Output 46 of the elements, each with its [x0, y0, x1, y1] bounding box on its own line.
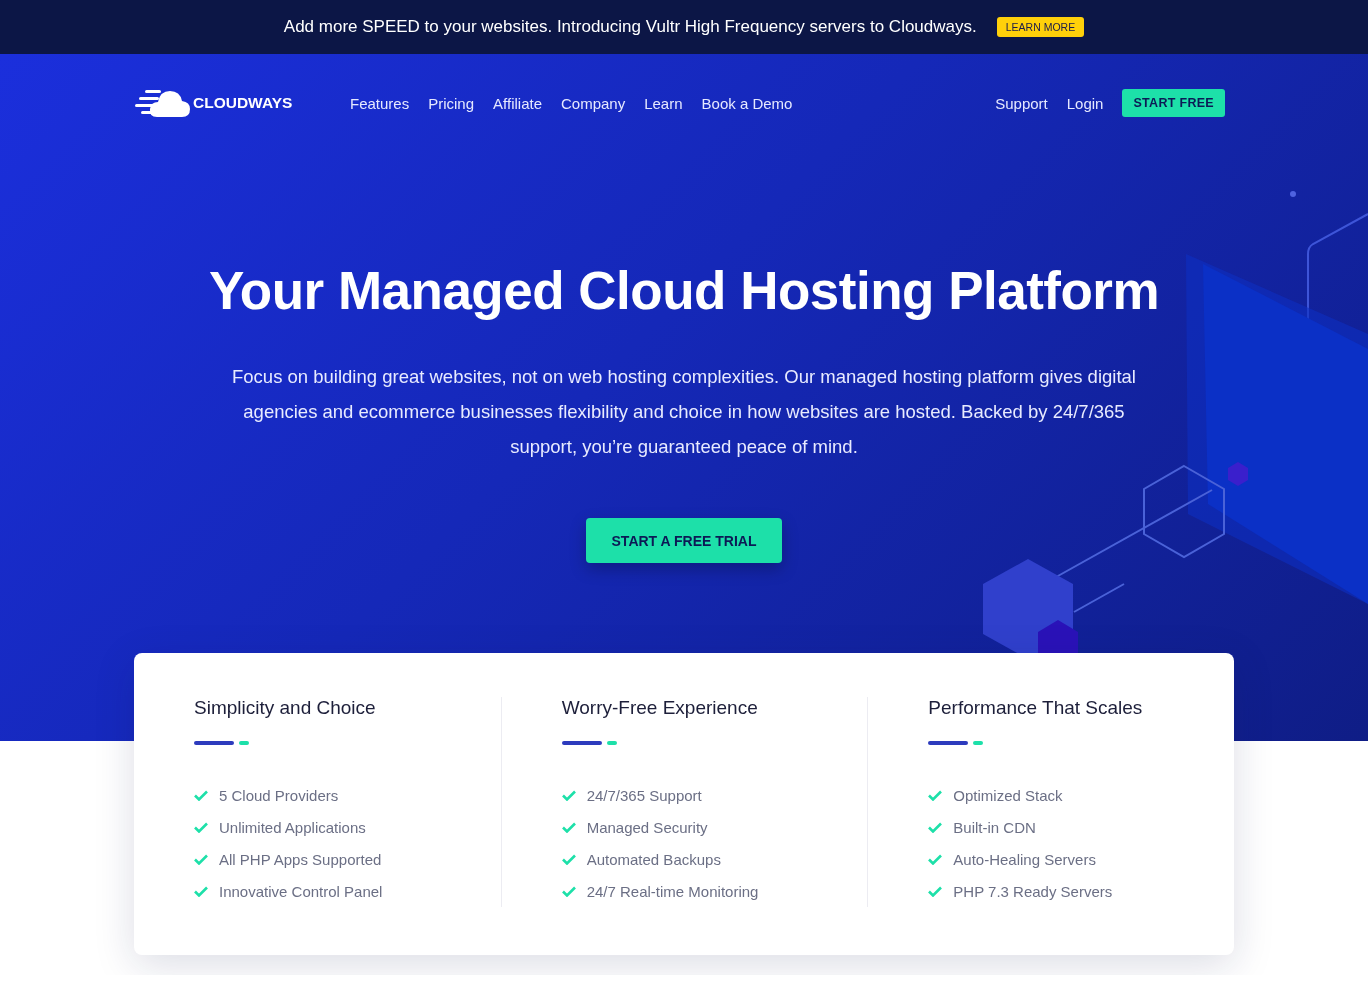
check-icon — [561, 821, 576, 833]
nav-link[interactable]: Pricing — [428, 94, 475, 112]
nav-link[interactable]: Company — [561, 94, 626, 112]
check-icon — [928, 853, 943, 865]
nav-link[interactable]: Affiliate — [493, 94, 542, 112]
feature-item: Managed Security — [586, 818, 708, 836]
feature-item: 5 Cloud Providers — [219, 786, 339, 804]
nav-link[interactable]: Book a Demo — [701, 94, 793, 112]
accent-bar — [928, 741, 969, 745]
feature-item: Automated Backups — [586, 850, 721, 868]
check-icon — [928, 789, 943, 801]
check-icon — [561, 789, 576, 801]
feature-item: PHP 7.3 Ready Servers — [953, 882, 1113, 900]
feature-item: Innovative Control Panel — [219, 882, 383, 900]
feature-item: Built-in CDN — [953, 818, 1036, 836]
nav-link[interactable]: Login — [1066, 94, 1104, 112]
feature-item: Unlimited Applications — [219, 818, 366, 836]
feature-item: 24/7 Real-time Monitoring — [586, 882, 759, 900]
feature-item: Optimized Stack — [953, 786, 1063, 804]
nav-link[interactable]: Features — [350, 94, 410, 112]
accent-bar — [561, 741, 602, 745]
feature-title: Worry-Free Experience — [561, 697, 759, 719]
feature-item: Auto-Healing Servers — [953, 850, 1096, 868]
check-icon — [561, 885, 576, 897]
check-icon — [561, 853, 576, 865]
logo-text[interactable]: CLOUDWAYS — [193, 94, 293, 112]
hero-title: Your Managed Cloud Hosting Platform — [208, 260, 1160, 321]
check-icon — [194, 853, 208, 865]
accent-bar — [194, 741, 234, 745]
feature-title: Performance That Scales — [928, 697, 1144, 719]
check-icon — [194, 821, 208, 833]
free-trial-button[interactable]: START A FREE TRIAL — [586, 518, 782, 563]
check-icon — [928, 885, 943, 897]
start-free-button[interactable]: START FREE — [1122, 89, 1225, 117]
announcement-text: Add more SPEED to your websites. Introducing Vultr High Frequency servers to Cloudways. — [283, 17, 977, 37]
feature-title: Simplicity and Choice — [194, 697, 377, 719]
check-icon — [194, 789, 208, 801]
hero-description: Focus on building great websites, not on web hosting complexities. Our managed hosting platform gives digital agencies and ecommerce businesses flexibility and choice in how websites are hosted. Backed by 24/7/365 support, you’re guaranteed peace of mind. — [231, 365, 1137, 459]
learn-more-button[interactable]: LEARN MORE — [996, 17, 1085, 37]
feature-item: All PHP Apps Supported — [219, 850, 382, 868]
nav-link[interactable]: Support — [995, 94, 1048, 112]
nav-link[interactable]: Learn — [644, 94, 683, 112]
feature-item: 24/7/365 Support — [586, 786, 702, 804]
cloud-logo-icon[interactable] — [135, 88, 191, 118]
check-icon — [928, 821, 943, 833]
check-icon — [194, 885, 208, 897]
